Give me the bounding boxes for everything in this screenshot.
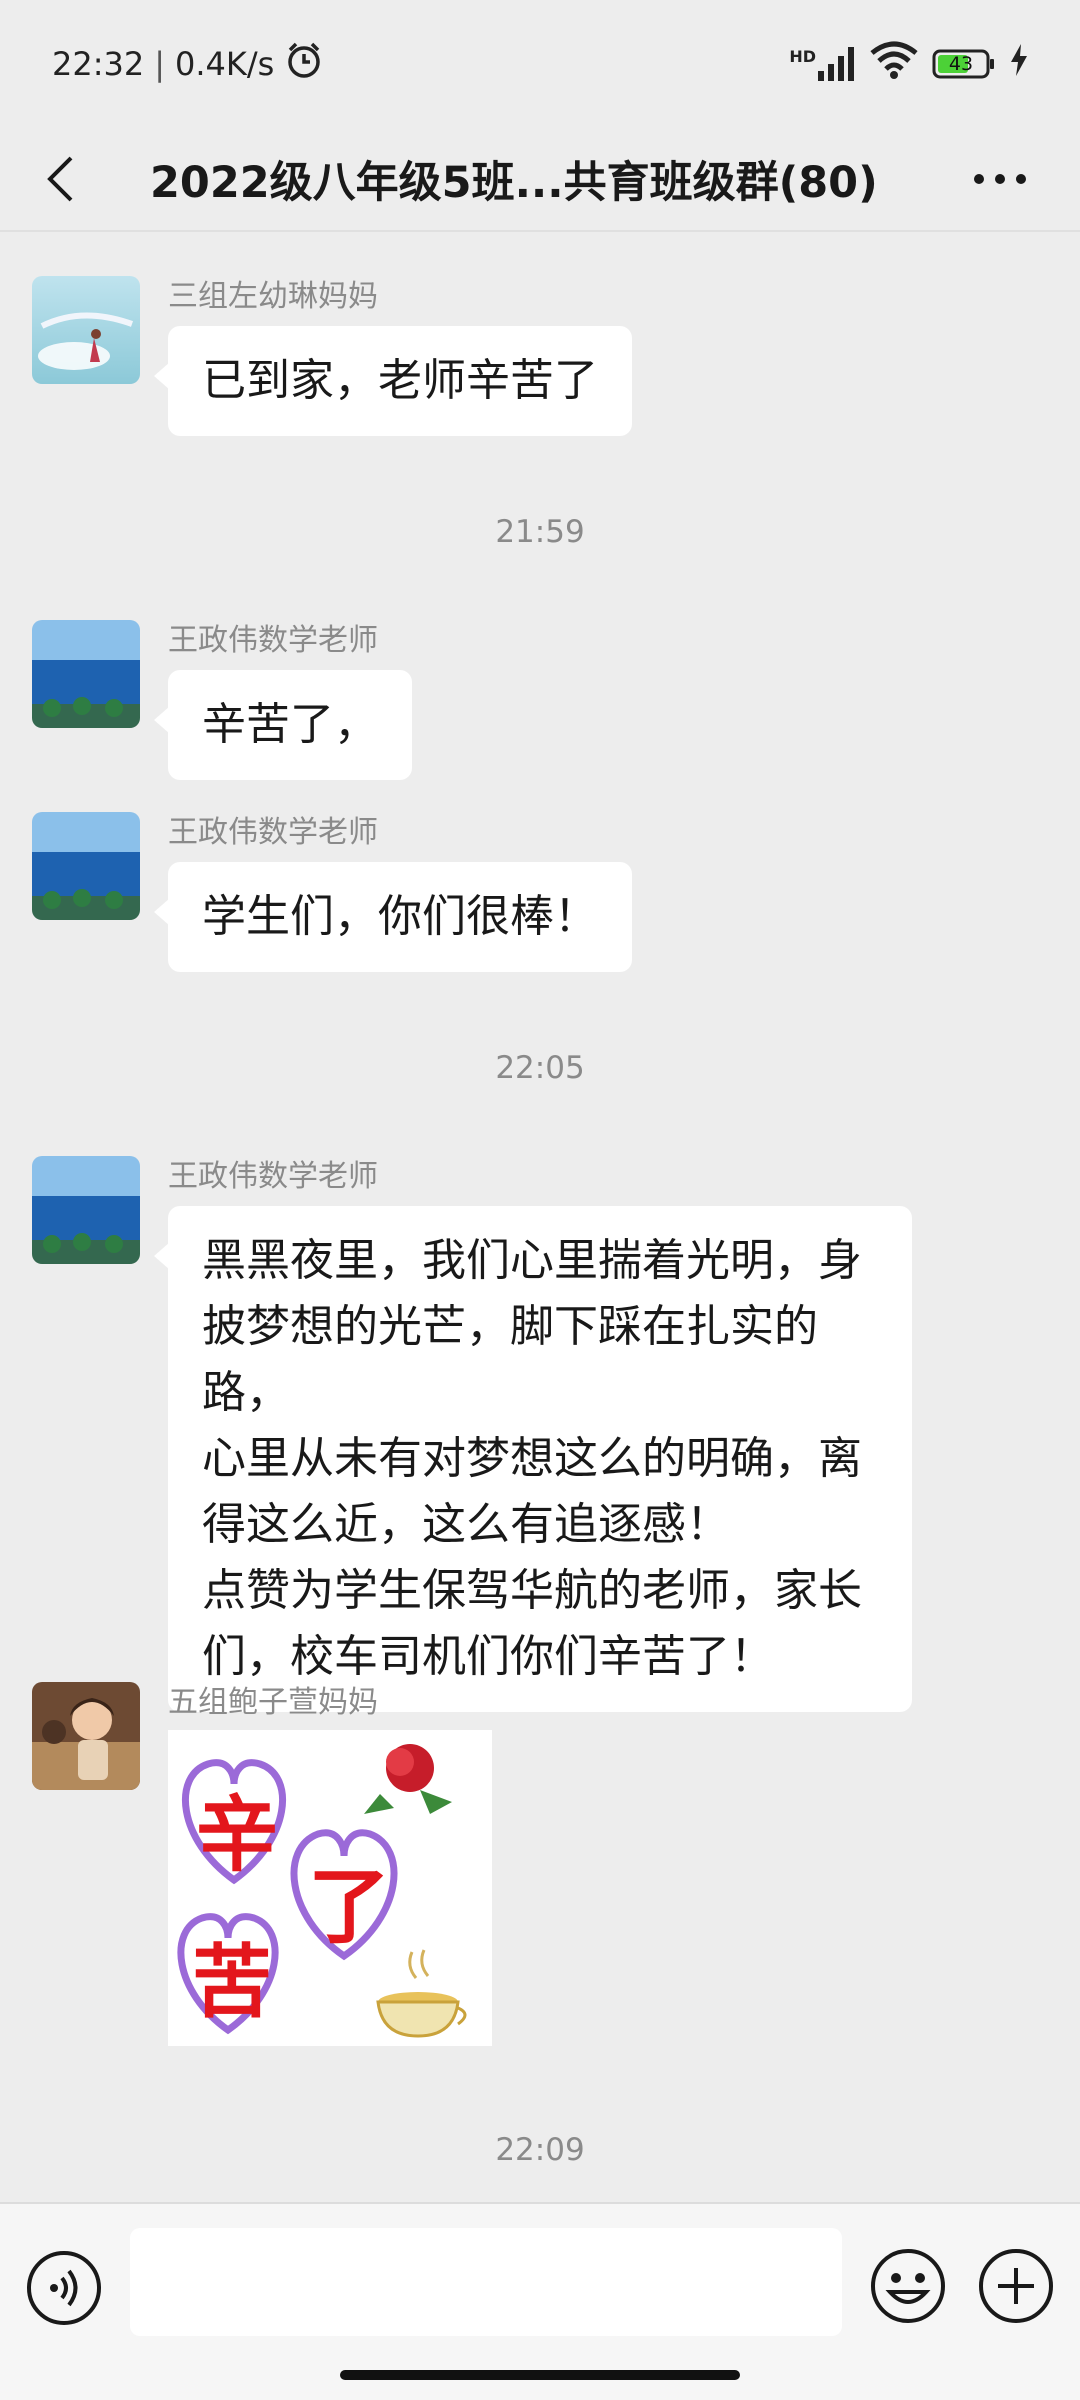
sender-name: 五组鲍子萱妈妈 bbox=[168, 1685, 378, 1720]
message-item: 王政伟数学老师 辛苦了， bbox=[32, 620, 412, 780]
message-item: 三组左幼琳妈妈 已到家，老师辛苦了 bbox=[32, 276, 632, 436]
more-options-button[interactable] bbox=[960, 127, 1040, 231]
avatar[interactable] bbox=[32, 1682, 140, 1790]
message-item: 五组鲍子萱妈妈 辛 苦 了 bbox=[32, 1682, 492, 2046]
sender-name: 王政伟数学老师 bbox=[168, 623, 378, 658]
alarm-icon bbox=[284, 40, 324, 88]
network-speed: 0.4K/s bbox=[175, 45, 275, 83]
plus-icon bbox=[979, 2249, 1053, 2323]
sticker-char: 辛 bbox=[196, 1788, 279, 1883]
status-bar: 22:32 | 0.4K/s HD 43 bbox=[0, 0, 1080, 128]
status-separator: | bbox=[154, 45, 165, 83]
message-bubble[interactable]: 黑黑夜里，我们心里揣着光明，身 披梦想的光芒，脚下踩在扎实的路， 心里从未有对梦… bbox=[154, 1206, 912, 1712]
message-input[interactable] bbox=[130, 2228, 842, 2336]
timestamp: 22:09 bbox=[495, 2132, 585, 2168]
avatar[interactable] bbox=[32, 1156, 140, 1264]
page-title: 2022级八年级5班...共育班级群(80) bbox=[150, 158, 878, 208]
sender-name: 三组左幼琳妈妈 bbox=[168, 279, 378, 314]
sticker-image[interactable]: 辛 苦 了 bbox=[168, 1730, 492, 2046]
timestamp: 21:59 bbox=[495, 514, 585, 550]
charging-icon bbox=[1010, 44, 1028, 84]
wifi-icon bbox=[870, 41, 918, 87]
message-line: 心里从未有对梦想这么的明确，离 bbox=[202, 1433, 862, 1484]
message-item: 王政伟数学老师 黑黑夜里，我们心里揣着光明，身 披梦想的光芒，脚下踩在扎实的路，… bbox=[32, 1156, 912, 1712]
battery-icon: 43 bbox=[932, 48, 996, 80]
message-bubble[interactable]: 辛苦了， bbox=[154, 670, 412, 780]
sender-name: 王政伟数学老师 bbox=[168, 815, 378, 850]
message-line: 们，校车司机们你们辛苦了！ bbox=[202, 1631, 774, 1682]
more-dots-icon bbox=[974, 174, 1026, 184]
timestamp: 22:05 bbox=[495, 1050, 585, 1086]
more-actions-button[interactable] bbox=[976, 2246, 1056, 2326]
message-bubble[interactable]: 学生们，你们很棒！ bbox=[154, 862, 632, 972]
back-button[interactable] bbox=[0, 127, 120, 231]
chat-message-list[interactable]: 三组左幼琳妈妈 已到家，老师辛苦了 21:59 王政伟数学老师 辛苦了， 王政伟… bbox=[0, 232, 1080, 2202]
message-line: 披梦想的光芒，脚下踩在扎实的路， bbox=[202, 1301, 818, 1418]
clock: 22:32 bbox=[52, 45, 145, 83]
message-bubble[interactable]: 已到家，老师辛苦了 bbox=[154, 326, 632, 436]
emoji-button[interactable] bbox=[868, 2246, 948, 2326]
avatar[interactable] bbox=[32, 620, 140, 728]
chevron-left-icon bbox=[47, 156, 73, 202]
avatar[interactable] bbox=[32, 812, 140, 920]
message-line: 点赞为学生保驾华航的老师，家长 bbox=[202, 1565, 862, 1616]
signal-icon: HD bbox=[789, 47, 856, 81]
sticker-char: 苦 bbox=[192, 1936, 272, 2029]
avatar[interactable] bbox=[32, 276, 140, 384]
sticker-char: 了 bbox=[308, 1860, 391, 1955]
message-line: 得这么近，这么有追逐感！ bbox=[202, 1499, 730, 1550]
network-label: HD bbox=[789, 47, 816, 66]
battery-level: 43 bbox=[948, 53, 974, 75]
message-line: 黑黑夜里，我们心里揣着光明，身 bbox=[202, 1235, 862, 1286]
home-indicator[interactable] bbox=[340, 2370, 740, 2380]
message-item: 王政伟数学老师 学生们，你们很棒！ bbox=[32, 812, 632, 972]
smiley-icon bbox=[871, 2249, 945, 2323]
voice-icon bbox=[27, 2251, 101, 2325]
voice-input-button[interactable] bbox=[24, 2248, 104, 2328]
chat-header: 2022级八年级5班...共育班级群(80) bbox=[0, 128, 1080, 232]
sender-name: 王政伟数学老师 bbox=[168, 1159, 378, 1194]
